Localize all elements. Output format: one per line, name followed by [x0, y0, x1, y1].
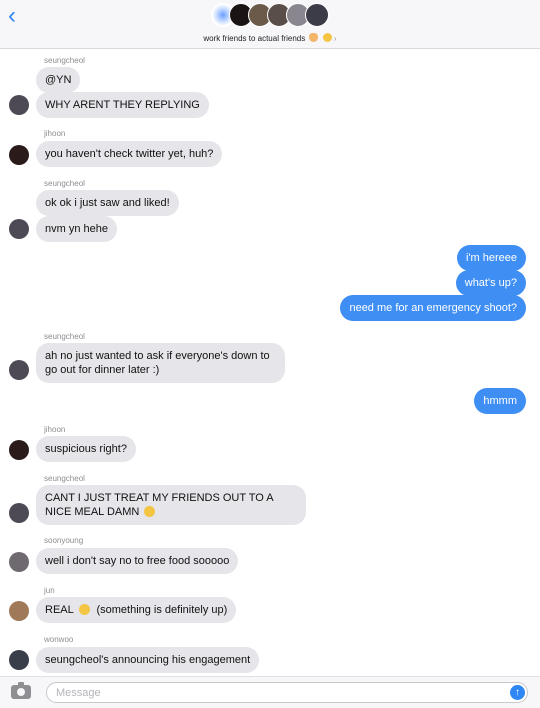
send-arrow-icon[interactable]: ↑: [510, 685, 525, 700]
message-bubble[interactable]: REAL (something is definitely up): [36, 597, 237, 623]
avatar-soonyoung: [9, 552, 29, 572]
avatar-jun: [9, 601, 29, 621]
group-name-text: work friends to actual friends: [203, 34, 306, 43]
message-bubble[interactable]: seungcheol's announcing his engagement: [36, 647, 260, 673]
sender-name: jun: [44, 586, 55, 595]
sender-name: seungcheol: [44, 332, 85, 341]
sender-name: jihoon: [44, 129, 66, 138]
message-text: (something is definitely up): [96, 604, 228, 616]
avatar-wonwoo: [9, 650, 29, 670]
avatar-seungcheol: [9, 503, 29, 523]
message-text: CANT I JUST TREAT MY FRIENDS OUT TO A NI…: [45, 492, 273, 518]
avatar-jihoon: [9, 440, 29, 460]
message-bubble[interactable]: nvm yn hehe: [36, 216, 117, 242]
avatar-seungcheol: [9, 219, 29, 239]
back-chevron-icon[interactable]: ‹: [8, 4, 26, 28]
message-bubble[interactable]: you haven't check twitter yet, huh?: [36, 141, 223, 167]
camera-icon[interactable]: [11, 682, 31, 699]
message-bubble[interactable]: @YN: [36, 67, 81, 93]
group-avatar-6: [305, 3, 329, 27]
sender-name: seungcheol: [44, 474, 85, 483]
message-bubble[interactable]: ah no just wanted to ask if everyone's d…: [36, 343, 285, 383]
sender-name: soonyoung: [44, 536, 84, 545]
message-input[interactable]: [56, 686, 496, 700]
message-text: REAL: [45, 604, 74, 616]
message-bubble-outgoing[interactable]: i'm hereee: [456, 245, 526, 271]
avatar-seungcheol: [9, 95, 29, 115]
message-bubble[interactable]: CANT I JUST TREAT MY FRIENDS OUT TO A NI…: [36, 485, 306, 525]
conversation-header: ‹ work friends to actual friends ›: [0, 0, 540, 49]
message-bubble[interactable]: ok ok i just saw and liked!: [36, 190, 179, 216]
message-composer: ↑: [0, 676, 540, 708]
group-avatars[interactable]: [209, 3, 339, 29]
sender-name: seungcheol: [44, 179, 85, 188]
sender-name: jihoon: [44, 425, 66, 434]
message-bubble-outgoing[interactable]: what's up?: [455, 270, 526, 296]
sender-name: seungcheol: [44, 56, 85, 65]
message-bubble[interactable]: well i don't say no to free food sooooo: [36, 548, 239, 574]
message-bubble-outgoing[interactable]: hmmm: [474, 388, 526, 414]
message-bubble[interactable]: suspicious right?: [36, 436, 136, 462]
group-name[interactable]: work friends to actual friends ›: [0, 33, 540, 43]
message-bubble-outgoing[interactable]: need me for an emergency shoot?: [340, 295, 526, 321]
hand-emoji-icon: [309, 33, 319, 42]
avatar-seungcheol: [9, 360, 29, 380]
avatar-jihoon: [9, 145, 29, 165]
message-input-field[interactable]: ↑: [46, 682, 528, 703]
chevron-right-icon: ›: [333, 34, 337, 43]
weary-emoji-icon: [144, 506, 156, 517]
message-bubble[interactable]: WHY ARENT THEY REPLYING: [36, 92, 209, 118]
smirk-emoji-icon: [322, 33, 332, 42]
sender-name: wonwoo: [44, 635, 74, 644]
smirk-emoji-icon: [79, 604, 91, 615]
